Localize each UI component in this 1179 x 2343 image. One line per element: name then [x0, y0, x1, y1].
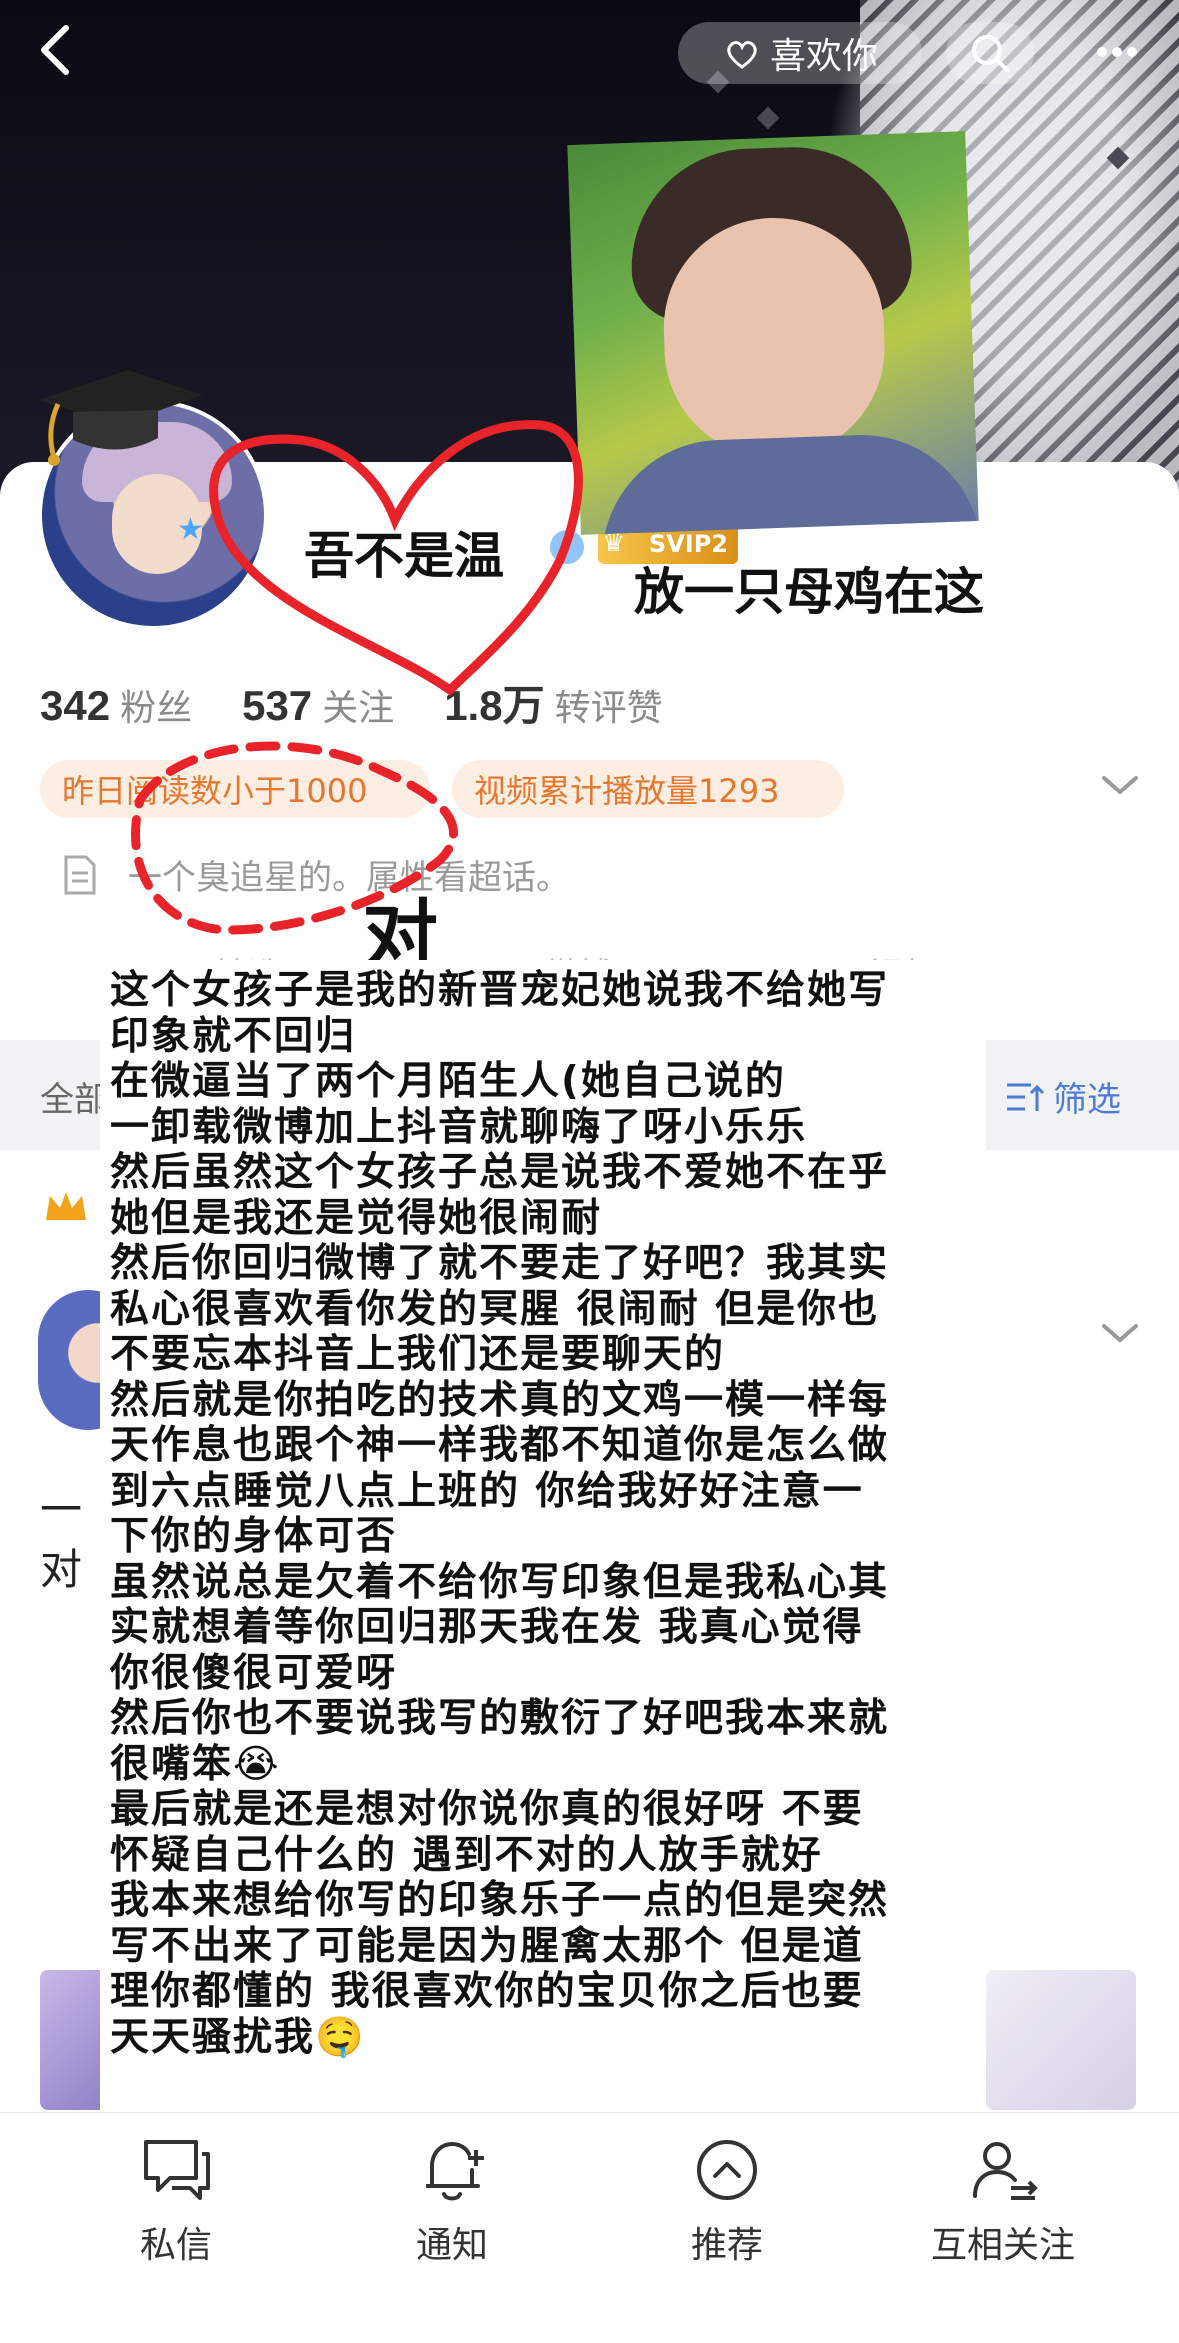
like-you-label: 喜欢你: [769, 36, 878, 77]
bell-add-icon: [426, 2141, 484, 2201]
chat-icon: [144, 2140, 210, 2200]
message-button[interactable]: 私信: [86, 2130, 266, 2270]
note-line: 然后虽然这个女孩子总是说我不爱她不在乎: [110, 1150, 890, 1195]
handwritten-note: 这个女孩子是我的新晋宠妃她说我不给她写 印象就不回归 在微逼当了两个月陌生人(她…: [100, 960, 986, 2110]
back-arrow-icon[interactable]: [28, 20, 88, 80]
like-you-button[interactable]: 喜欢你: [678, 22, 922, 84]
sticker-caption: 放一只母鸡在这: [634, 564, 984, 620]
note-line: 最后就是还是想对你说你真的很好呀 不要: [110, 1787, 864, 1832]
note-line: 这个女孩子是我的新晋宠妃她说我不给她写: [110, 968, 890, 1013]
star-sticker-icon: ★: [177, 512, 204, 547]
note-line: 我本来想给你写的印象乐子一点的但是突然: [110, 1878, 890, 1923]
note-line: 在微逼当了两个月陌生人(她自己说的: [110, 1059, 786, 1104]
chevron-down-icon[interactable]: [1098, 770, 1142, 800]
note-line: 下你的身体可否: [110, 1514, 398, 1559]
mutual-follow-icon: [973, 2142, 1038, 2200]
feed-text-fragment: 一: [40, 1485, 83, 1534]
feed-image-thumbnail[interactable]: [986, 1970, 1136, 2110]
filter-icon: [1007, 1083, 1045, 1111]
note-line: 她但是我还是觉得她很闹耐: [110, 1195, 603, 1241]
stat-label: 粉丝: [120, 688, 193, 729]
tag-daily-reads[interactable]: 昨日阅读数小于1000: [40, 760, 430, 818]
note-line: 然后你也不要说我写的敷衍了好吧我本来就: [110, 1696, 890, 1741]
stat-following[interactable]: 537 关注: [242, 679, 394, 731]
message-label: 私信: [139, 2225, 212, 2266]
note-line: 一卸载微博加上抖音就聊嗨了呀小乐乐: [110, 1104, 808, 1150]
note-line: 你很傻很可爱呀: [110, 1650, 398, 1696]
note-line: 写不出来了可能是因为腥禽太那个 但是道: [110, 1923, 864, 1969]
all-posts-label[interactable]: 全部: [40, 1072, 108, 1121]
note-lines: 这个女孩子是我的新晋宠妃她说我不给她写 印象就不回归 在微逼当了两个月陌生人(她…: [110, 968, 980, 2060]
document-icon: [64, 855, 96, 894]
hand-heart-icon: [727, 41, 757, 69]
mutual-follow-label: 互相关注: [930, 2225, 1075, 2266]
tag-video-plays[interactable]: 视频累计播放量1293: [452, 760, 844, 818]
note-line: 到六点睡觉八点上班的 你给我好好注意一: [110, 1468, 864, 1514]
verified-icon: [550, 530, 584, 564]
note-line: 不要忘本抖音上我们还是要聊天的: [110, 1332, 726, 1377]
recommend-button[interactable]: 推荐: [637, 2130, 817, 2270]
crown-icon: [46, 1192, 86, 1220]
bio-text: 一个臭追星的。属性看超话。: [128, 858, 570, 898]
profile-stats: 342 粉丝 537 关注 1.8万 转评赞: [40, 672, 713, 733]
sticker-photo: [567, 131, 979, 535]
note-line: 天天骚扰我🤤: [110, 2014, 366, 2060]
recommend-label: 推荐: [690, 2225, 763, 2266]
note-line: 理你都懂的 我很喜欢你的宝贝你之后也要: [110, 1969, 864, 2014]
graduation-cap-icon: [38, 370, 203, 466]
stat-label: 关注: [322, 688, 395, 729]
note-line: 然后就是你拍吃的技术真的文鸡一模一样每: [110, 1377, 890, 1423]
stat-followers[interactable]: 342 粉丝: [40, 679, 192, 731]
filter-label: 筛选: [1053, 1080, 1121, 1120]
stat-label: 转评赞: [554, 688, 663, 729]
stat-value: 342: [40, 682, 111, 729]
stat-value: 537: [242, 682, 313, 729]
note-line: 天作息也跟个神一样我都不知道你是怎么做: [110, 1423, 890, 1468]
note-line: 虽然说总是欠着不给你写印象但是我私心其: [110, 1559, 890, 1605]
filter-button[interactable]: 筛选: [1005, 1072, 1121, 1121]
more-options-icon[interactable]: [1072, 22, 1162, 82]
note-line: 印象就不回归: [110, 1013, 357, 1059]
note-line: 怀疑自己什么的 遇到不对的人放手就好: [110, 1832, 823, 1878]
notify-label: 通知: [415, 2225, 488, 2266]
recommend-icon: [697, 2140, 757, 2200]
mutual-follow-button[interactable]: 互相关注: [913, 2130, 1093, 2270]
search-icon: [972, 35, 1009, 72]
note-line: 然后你回归微博了就不要走了好吧？我其实: [110, 1241, 890, 1286]
cover-stud: [756, 106, 780, 130]
stat-interactions[interactable]: 1.8万 转评赞: [444, 672, 662, 733]
note-line: 私心很喜欢看你发的冥腥 很闹耐 但是你也: [110, 1286, 880, 1332]
stat-value: 1.8万: [444, 682, 545, 729]
notify-button[interactable]: 通知: [362, 2130, 542, 2270]
username: 吾不是温: [304, 528, 504, 584]
feed-text-fragment: 对: [40, 1545, 83, 1594]
profile-bio: 一个臭追星的。属性看超话。: [62, 850, 570, 899]
note-line: 实就想着等你回归那天我在发 我真心觉得: [110, 1605, 864, 1650]
note-line: 很嘴笨😭: [110, 1741, 281, 1787]
chevron-down-icon[interactable]: [1098, 1318, 1142, 1348]
search-button[interactable]: [946, 22, 1034, 84]
